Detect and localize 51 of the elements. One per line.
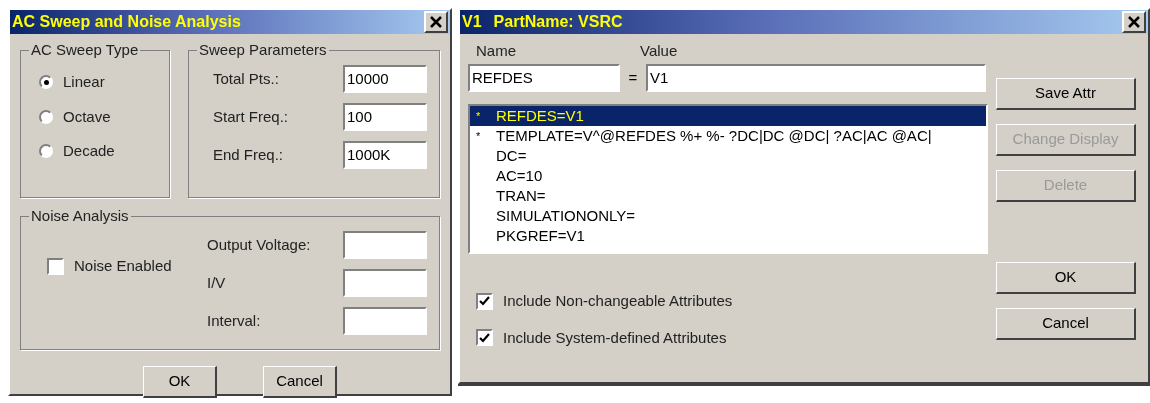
dialog-button[interactable]: OK [996,262,1136,294]
dialog-button[interactable]: Cancel [263,366,337,398]
attribute-item[interactable]: DC= [470,146,986,166]
close-button[interactable] [424,11,448,33]
input-field[interactable]: 10000 [343,65,427,93]
check-icon [479,332,490,343]
attribute-item[interactable]: SIMULATIONONLY= [470,206,986,226]
input-field[interactable]: 100 [343,103,427,131]
group-label: Noise Analysis [29,207,131,225]
input-field[interactable]: 1000K [343,141,427,169]
radio-label: Linear [63,72,105,92]
radio-button[interactable] [39,109,53,124]
field-label: Value [640,40,678,61]
field-label: End Freq.: [213,144,284,165]
checkbox-label: Noise Enabled [74,255,172,276]
field-label: Total Pts.: [213,68,279,89]
input-field[interactable] [343,231,427,259]
field-label: Name [475,40,517,61]
attribute-item[interactable]: * TEMPLATE=V^@REFDES %+ %- ?DC|DC @DC| ?AC|AC @AC| [470,126,986,146]
dialog-button[interactable]: OK [143,366,217,398]
field-label: Interval: [207,310,261,331]
attribute-item[interactable]: * REFDES=V1 [470,106,986,126]
attribute-item[interactable]: TRAN= [470,186,986,206]
dialog-button[interactable]: Save Attr [996,78,1136,110]
attribute-item[interactable]: AC=10 [470,166,986,186]
checkbox[interactable] [476,329,493,347]
input-field[interactable]: REFDES [468,64,620,92]
dialog-button[interactable]: Cancel [996,308,1136,340]
equals-sign: = [627,67,639,88]
close-button[interactable] [1122,11,1146,33]
radio-label: Octave [63,106,111,127]
field-label: Output Voltage: [207,234,311,255]
radio-button[interactable] [39,75,53,90]
close-icon [1128,16,1140,28]
window-title: PartName: VSRC [493,12,623,32]
close-icon [430,16,442,28]
input-field[interactable] [343,269,427,297]
radio-label: Decade [63,141,115,161]
checkbox[interactable] [476,292,493,310]
window-title: AC Sweep and Noise Analysis [12,12,241,32]
check-icon [479,296,490,307]
part-reference: V1 [462,12,482,32]
checkbox-label: Include System-defined Attributes [503,327,727,348]
input-field[interactable] [343,307,427,335]
field-label: Start Freq.: [213,106,289,127]
attribute-item[interactable]: PKGREF=V1 [470,226,986,246]
input-field[interactable]: V1 [646,64,986,92]
checkbox-label: Include Non-changeable Attributes [503,291,733,311]
radio-button[interactable] [39,144,53,159]
field-label: I/V [207,272,226,293]
checkbox[interactable] [47,257,64,275]
